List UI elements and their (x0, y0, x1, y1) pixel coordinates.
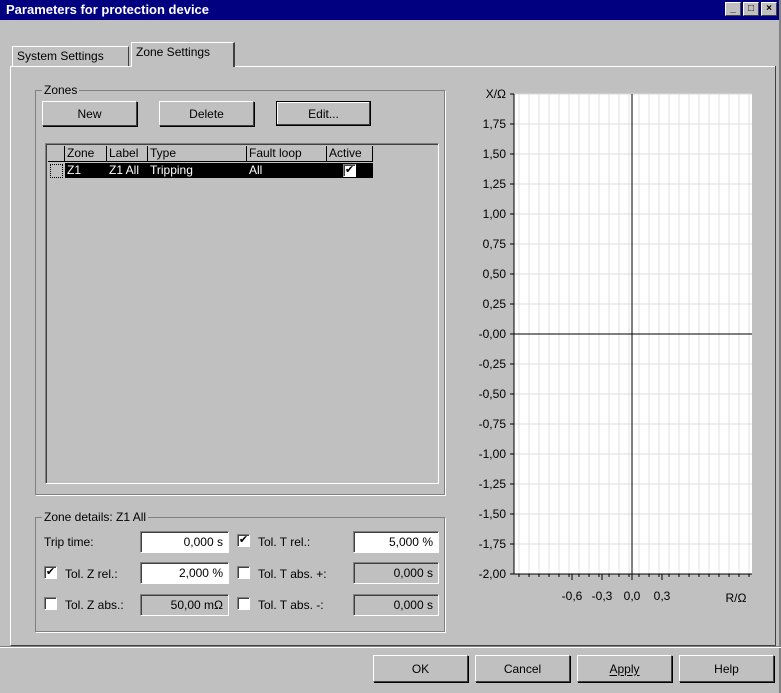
y-tick-label: -0,00 (479, 327, 507, 341)
tol-t-rel-label: Tol. T rel.: (258, 535, 311, 549)
trip-time-label: Trip time: (44, 535, 94, 549)
x-tick-label: -0,6 (562, 589, 583, 603)
cell-label: Z1 All (109, 163, 140, 177)
column-header-label[interactable]: Label (107, 146, 148, 162)
tol-z-abs-field[interactable]: 50,00 mΩ (140, 594, 229, 616)
tol-z-abs-label: Tol. Z abs.: (65, 598, 124, 612)
y-tick-label: -1,25 (479, 477, 507, 491)
cancel-button[interactable]: Cancel (475, 655, 570, 682)
tol-t-abs-plus-label: Tol. T abs. +: (258, 567, 327, 581)
tol-z-rel-field[interactable]: 2,000 % (140, 562, 229, 584)
tab-label: Zone Settings (136, 45, 211, 59)
cell-zone: Z1 (67, 163, 82, 177)
column-header-zone[interactable]: Zone (65, 146, 107, 162)
x-tick-label: 0,0 (624, 589, 641, 603)
y-tick-label: -0,50 (479, 387, 507, 401)
tol-z-abs-checkbox[interactable] (44, 597, 57, 610)
ok-button[interactable]: OK (373, 655, 468, 682)
tab-zone-settings[interactable]: Zone Settings (131, 42, 235, 67)
ok-button-label: OK (411, 661, 430, 676)
x-tick-label: -0,3 (592, 589, 613, 603)
tol-t-rel-checkbox[interactable]: ✔ (237, 534, 250, 547)
tab-system-settings[interactable]: System Settings (12, 46, 129, 66)
close-button[interactable]: × (761, 2, 777, 16)
footer-separator (0, 646, 781, 648)
y-tick-label: -0,25 (479, 357, 507, 371)
y-tick-label: 1,75 (483, 117, 507, 131)
row-selector[interactable] (50, 164, 63, 178)
y-tick-label: 0,25 (483, 297, 507, 311)
y-tick-label: 0,50 (483, 267, 507, 281)
column-header-fault-loop[interactable]: Fault loop (247, 146, 327, 162)
tol-t-rel-field[interactable]: 5,000 % (353, 531, 439, 553)
y-tick-label: -1,50 (479, 507, 507, 521)
cell-type: Tripping (150, 163, 193, 177)
zone-details-title: Zone details: Z1 All (42, 510, 149, 524)
window-title: Parameters for protection device (6, 2, 210, 17)
tol-t-abs-plus-field[interactable]: 0,000 s (353, 562, 439, 584)
row-selector-header (48, 146, 65, 162)
delete-button[interactable]: Delete (159, 101, 254, 126)
x-tick-label: 0,3 (654, 589, 671, 603)
zones-group-title: Zones (42, 83, 80, 97)
tol-z-rel-label: Tol. Z rel.: (65, 567, 118, 581)
tab-label: System Settings (17, 49, 104, 63)
tol-t-abs-plus-checkbox[interactable] (237, 566, 250, 579)
column-header-type[interactable]: Type (148, 146, 247, 162)
maximize-button[interactable]: □ (743, 2, 759, 16)
trip-time-field[interactable]: 0,000 s (140, 531, 229, 553)
tol-z-rel-checkbox[interactable]: ✔ (44, 566, 57, 579)
dialog-window: Parameters for protection device _ □ × S… (0, 0, 781, 693)
apply-button-label: Apply (609, 661, 640, 676)
y-tick-label: -2,00 (479, 567, 507, 581)
tol-t-abs-minus-field[interactable]: 0,000 s (353, 594, 439, 616)
y-tick-label: 1,50 (483, 147, 507, 161)
title-bar[interactable]: Parameters for protection device _ □ × (0, 0, 779, 20)
help-button-label: Help (714, 661, 739, 676)
y-axis-label: X/Ω (486, 87, 506, 101)
impedance-chart[interactable]: 1,75 1,50 1,25 1,00 0,75 0,50 0,25 -0,00 -0,25 -0… (450, 82, 776, 642)
minimize-button[interactable]: _ (725, 2, 741, 16)
y-tick-label: 0,75 (483, 237, 507, 251)
x-axis-label: R/Ω (726, 591, 747, 605)
apply-button[interactable]: Apply (577, 655, 672, 682)
active-checkbox[interactable]: ✔ (343, 164, 356, 177)
y-tick-label: 1,25 (483, 177, 507, 191)
help-button[interactable]: Help (679, 655, 774, 682)
tol-t-abs-minus-label: Tol. T abs. -: (258, 598, 324, 612)
y-tick-label: -1,75 (479, 537, 507, 551)
new-button-label: New (77, 106, 102, 121)
column-header-active[interactable]: Active (327, 146, 373, 162)
edit-button-label: Edit... (308, 106, 339, 121)
new-button[interactable]: New (42, 101, 137, 126)
y-tick-label: 1,00 (483, 207, 507, 221)
cancel-button-label: Cancel (503, 661, 542, 676)
tol-t-abs-minus-checkbox[interactable] (237, 597, 250, 610)
y-tick-label: -1,00 (479, 447, 507, 461)
cell-fault-loop: All (249, 163, 263, 177)
delete-button-label: Delete (189, 106, 224, 121)
edit-button[interactable]: Edit... (276, 101, 371, 126)
y-tick-label: -0,75 (479, 417, 507, 431)
zones-table[interactable]: Zone Label Type Fault loop Active Z1 Z1 … (45, 143, 439, 484)
